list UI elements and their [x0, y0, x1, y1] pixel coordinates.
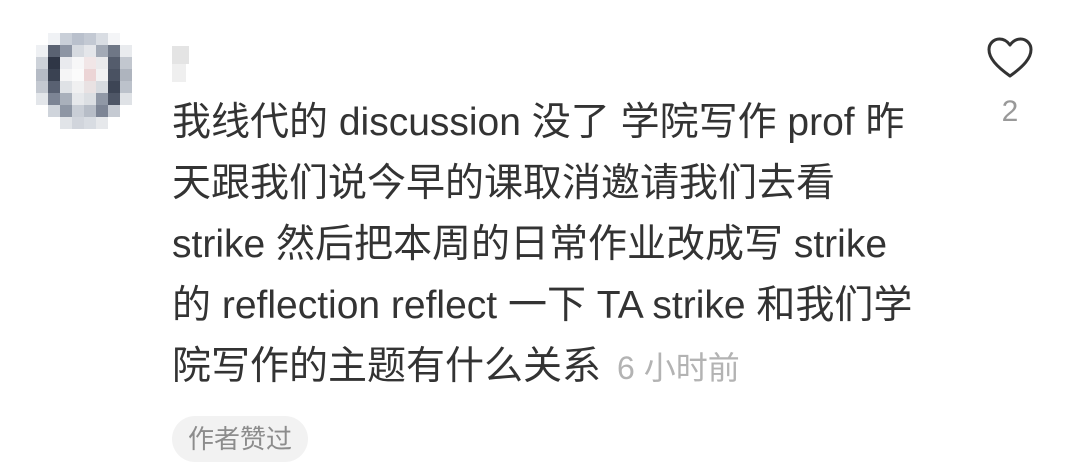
avatar-pixel	[60, 81, 72, 93]
avatar-pixel	[120, 69, 132, 81]
avatar-pixel	[96, 69, 108, 81]
avatar-pixel	[108, 69, 120, 81]
avatar-pixel	[72, 93, 84, 105]
comment-line: 院写作的主题有什么关系	[172, 345, 602, 388]
avatar-pixel	[108, 105, 120, 117]
avatar-pixel	[120, 57, 132, 69]
avatar-pixel	[120, 93, 132, 105]
author-liked-badge: 作者赞过	[172, 416, 309, 462]
avatar-pixel	[36, 45, 48, 57]
avatar-pixel	[72, 33, 84, 45]
avatar-pixel	[60, 45, 72, 57]
avatar-pixel	[36, 69, 48, 81]
avatar-pixel	[96, 33, 108, 45]
avatar-pixel	[120, 81, 132, 93]
avatar-pixel	[36, 105, 48, 117]
avatar-pixel	[108, 117, 120, 129]
avatar-pixel	[36, 81, 48, 93]
avatar-pixel	[60, 69, 72, 81]
avatar-pixel	[60, 57, 72, 69]
avatar-pixel	[48, 81, 60, 93]
avatar[interactable]	[36, 33, 132, 129]
avatar-pixel	[120, 33, 132, 45]
avatar-pixel	[96, 57, 108, 69]
avatar-pixel	[48, 69, 60, 81]
avatar-pixel	[60, 105, 72, 117]
avatar-pixel	[96, 45, 108, 57]
comment-line: 天跟我们说今早的课取消邀请我们去看	[172, 162, 836, 205]
avatar-pixel	[108, 81, 120, 93]
comment-last-line: 院写作的主题有什么关系 6 小时前	[172, 336, 962, 397]
avatar-pixel	[36, 57, 48, 69]
avatar-pixel	[108, 57, 120, 69]
username-pixel	[172, 46, 189, 64]
heart-icon[interactable]	[986, 36, 1034, 80]
timestamp: 6 小时前	[617, 350, 740, 386]
avatar-pixel	[108, 33, 120, 45]
avatar-pixel	[48, 33, 60, 45]
avatar-pixel	[72, 57, 84, 69]
username-pixel	[172, 64, 186, 82]
avatar-pixel	[120, 117, 132, 129]
comment-text[interactable]: 我线代的 discussion 没了 学院写作 prof 昨 天跟我们说今早的课…	[172, 92, 962, 397]
avatar-pixel	[36, 93, 48, 105]
like-button[interactable]: 2	[980, 36, 1040, 130]
avatar-pixel	[84, 93, 96, 105]
username[interactable]	[172, 46, 190, 82]
avatar-pixel	[84, 81, 96, 93]
avatar-pixel	[36, 33, 48, 45]
avatar-pixel	[48, 93, 60, 105]
avatar-pixel	[36, 117, 48, 129]
avatar-pixel	[48, 57, 60, 69]
like-count: 2	[1001, 95, 1019, 128]
avatar-pixel	[96, 93, 108, 105]
avatar-pixel	[96, 117, 108, 129]
avatar-pixel	[84, 33, 96, 45]
avatar-pixel	[60, 117, 72, 129]
avatar-pixel	[108, 45, 120, 57]
avatar-pixel	[72, 117, 84, 129]
avatar-pixel	[72, 45, 84, 57]
avatar-pixel	[84, 45, 96, 57]
avatar-pixel	[120, 105, 132, 117]
comment-line: strike 然后把本周的日常作业改成写 strike	[172, 223, 888, 266]
avatar-pixel	[96, 105, 108, 117]
avatar-pixel	[84, 69, 96, 81]
comment-line: 我线代的 discussion 没了 学院写作 prof 昨	[172, 101, 905, 144]
avatar-pixel	[72, 81, 84, 93]
avatar-pixel	[72, 105, 84, 117]
avatar-pixel	[120, 45, 132, 57]
avatar-pixel	[108, 93, 120, 105]
avatar-pixel	[48, 117, 60, 129]
avatar-pixel	[84, 57, 96, 69]
avatar-pixel	[96, 81, 108, 93]
avatar-pixel	[84, 105, 96, 117]
avatar-pixel	[72, 69, 84, 81]
avatar-pixel	[84, 117, 96, 129]
avatar-pixel	[48, 105, 60, 117]
comment-line: 的 reflection reflect 一下 TA strike 和我们学	[172, 284, 913, 327]
avatar-pixel	[60, 93, 72, 105]
avatar-pixel	[48, 45, 60, 57]
avatar-pixel	[60, 33, 72, 45]
